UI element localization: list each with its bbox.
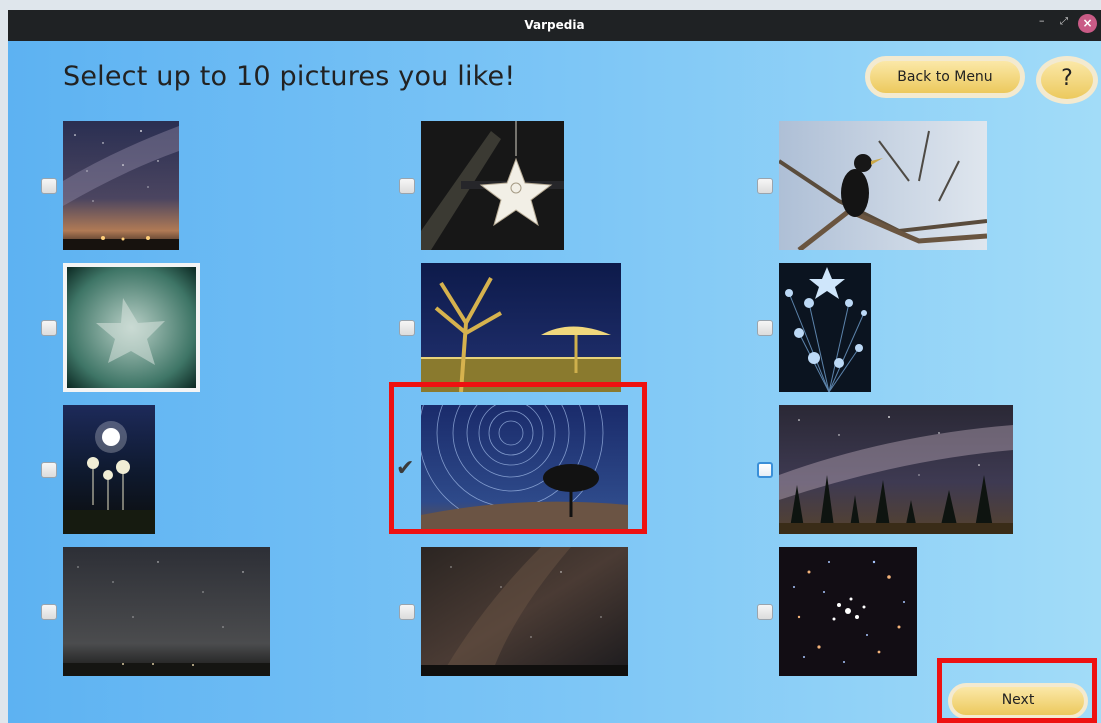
help-button[interactable]: ? [1036,56,1098,104]
app-window: Varpedia – ⤢ × Select up to 10 pictures … [8,10,1101,723]
picture-checkbox-9[interactable] [757,462,773,478]
picture-checkbox-12[interactable] [757,604,773,620]
picture-milky-way-trees[interactable] [779,405,1013,534]
picture-checkbox-2[interactable] [399,178,415,194]
next-button-highlight [937,658,1097,723]
picture-checkbox-7[interactable] [41,462,57,478]
window-title: Varpedia [524,18,585,32]
picture-checkbox-10[interactable] [41,604,57,620]
picture-night-tree-umbrella[interactable] [421,263,621,392]
title-bar: Varpedia – ⤢ × [8,10,1101,41]
picture-checkbox-1[interactable] [41,178,57,194]
picture-moonlit-flowers[interactable] [63,405,155,534]
picture-star-cluster[interactable] [779,547,917,676]
picture-starry-horizon[interactable] [63,547,270,676]
selected-picture-highlight [389,382,647,534]
picture-checkbox-6[interactable] [757,320,773,336]
minimize-icon[interactable]: – [1039,14,1045,27]
picture-frosted-star-polaroid[interactable] [63,263,200,392]
page-title: Select up to 10 pictures you like! [63,61,516,92]
picture-checkbox-3[interactable] [757,178,773,194]
picture-checkbox-4[interactable] [41,320,57,336]
picture-fiber-optic-star[interactable] [779,263,871,392]
close-icon[interactable]: × [1078,14,1097,33]
picture-dark-starry-sky[interactable] [421,547,628,676]
picture-hanging-star-ornament[interactable] [421,121,564,250]
picture-checkbox-5[interactable] [399,320,415,336]
picture-milky-way-coast[interactable] [63,121,179,250]
back-to-menu-button[interactable]: Back to Menu [865,56,1025,98]
maximize-icon[interactable]: ⤢ [1060,16,1068,27]
picture-checkbox-11[interactable] [399,604,415,620]
picture-starling-on-branch[interactable] [779,121,987,250]
